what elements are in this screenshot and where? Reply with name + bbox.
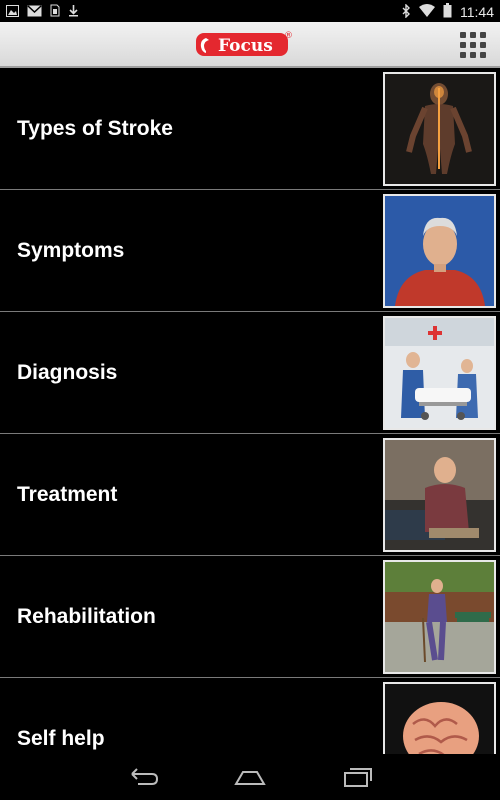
grid-menu-icon[interactable] [460, 32, 486, 58]
topic-label: Diagnosis [17, 360, 118, 384]
back-icon[interactable] [128, 766, 160, 788]
gmail-icon [27, 4, 42, 22]
notification-icons [6, 4, 79, 22]
focus-logo[interactable]: Focus ® [196, 30, 293, 58]
wifi-icon [419, 4, 435, 20]
man-walking-thumbnail [383, 560, 496, 674]
brain-thumbnail [383, 682, 496, 754]
bluetooth-icon [401, 2, 411, 21]
download-icon [68, 4, 79, 22]
topic-label: Self help [17, 726, 105, 750]
sim-icon [50, 4, 60, 22]
topic-list[interactable]: Types of Stroke Symptoms Diagnosis Treat… [0, 68, 500, 754]
image-icon [6, 4, 19, 22]
recents-icon[interactable] [342, 766, 374, 788]
body-nervous-system-thumbnail [383, 72, 496, 186]
system-icons: 11:44 [401, 2, 494, 21]
status-bar: 11:44 [0, 0, 500, 22]
topic-self-help[interactable]: Self help [0, 678, 500, 754]
home-icon[interactable] [234, 766, 266, 788]
topic-diagnosis[interactable]: Diagnosis [0, 312, 500, 434]
man-on-bed-thumbnail [383, 438, 496, 552]
topic-label: Rehabilitation [17, 604, 156, 628]
elderly-man-thumbnail [383, 194, 496, 308]
topic-symptoms[interactable]: Symptoms [0, 190, 500, 312]
topic-types-of-stroke[interactable]: Types of Stroke [0, 68, 500, 190]
app-bar: Focus ® [0, 22, 500, 68]
navigation-bar [0, 754, 500, 800]
topic-rehabilitation[interactable]: Rehabilitation [0, 556, 500, 678]
topic-treatment[interactable]: Treatment [0, 434, 500, 556]
clock-time: 11:44 [460, 4, 494, 20]
svg-text:®: ® [284, 31, 292, 41]
topic-label: Symptoms [17, 238, 125, 262]
hospital-scene-thumbnail [383, 316, 496, 430]
battery-icon [443, 3, 452, 21]
svg-text:Focus: Focus [218, 36, 273, 56]
topic-label: Treatment [17, 482, 118, 506]
topic-label: Types of Stroke [17, 116, 173, 140]
